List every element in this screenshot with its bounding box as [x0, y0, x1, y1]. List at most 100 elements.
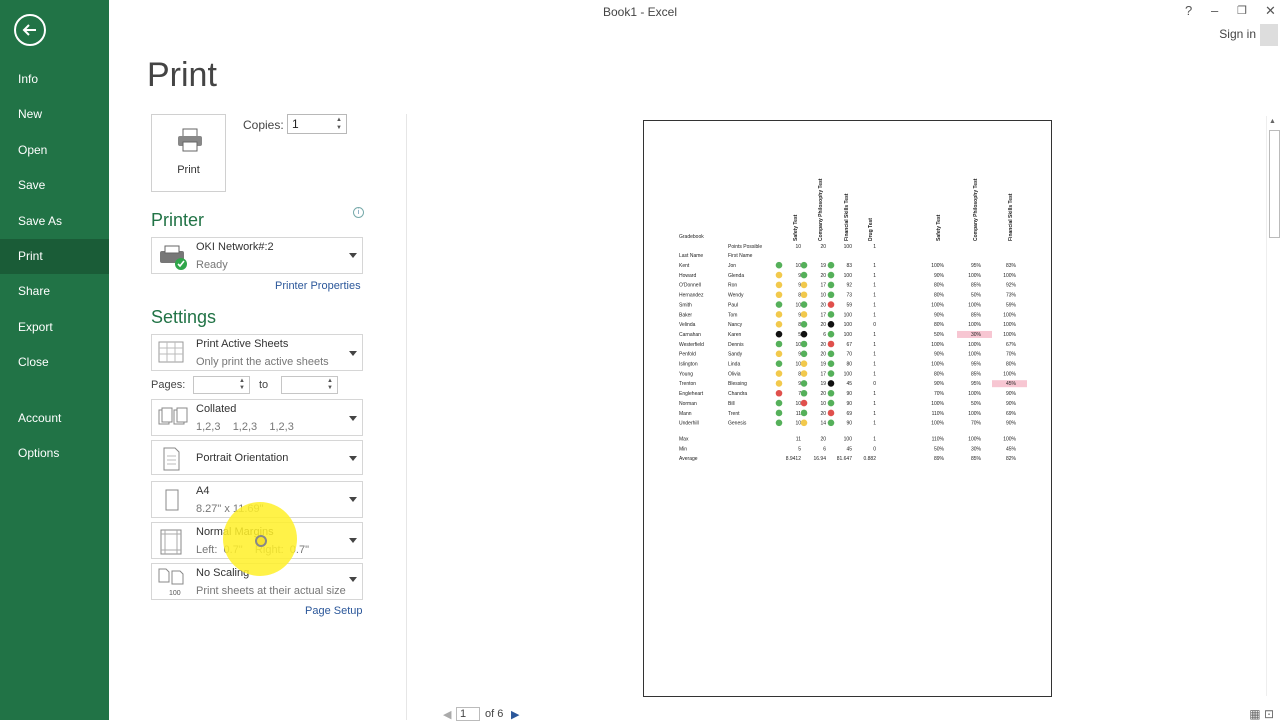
percent-cell: 95% — [971, 381, 982, 387]
points-value: 10 — [795, 244, 801, 250]
first-name-cell: Karen — [728, 332, 742, 338]
score-cell: 1 — [873, 293, 876, 299]
status-dot — [800, 340, 808, 348]
percent-cell: 100% — [931, 362, 944, 368]
orientation-dropdown[interactable]: Portrait Orientation — [151, 440, 363, 475]
status-dot — [775, 340, 783, 348]
stat-label: Average — [679, 456, 698, 462]
first-name-cell: Jon — [728, 263, 736, 269]
stepper-up-icon[interactable]: ▲ — [239, 378, 247, 385]
nav-item-new[interactable]: New — [0, 97, 109, 132]
stepper-up-icon[interactable]: ▲ — [336, 117, 344, 124]
status-dot — [827, 330, 835, 338]
chevron-down-icon — [349, 456, 357, 461]
score-cell: 10 — [795, 342, 801, 348]
stepper-up-icon[interactable]: ▲ — [327, 378, 335, 385]
score-cell: 17 — [820, 312, 826, 318]
column-header: Financial Skills Test — [1008, 193, 1014, 241]
pages-from-input[interactable]: ▲ ▼ — [193, 376, 250, 394]
stat-label: Max — [679, 436, 689, 442]
nav-item-save[interactable]: Save — [0, 168, 109, 203]
printer-properties-link[interactable]: Printer Properties — [275, 280, 361, 292]
percent-cell: 85% — [971, 371, 982, 377]
status-dot — [827, 281, 835, 289]
last-name-cell: Hernandez — [679, 293, 704, 299]
score-cell: 10 — [795, 263, 801, 269]
score-cell: 20 — [820, 352, 826, 358]
column-header: Company Philosophy Test — [818, 178, 824, 241]
status-dot — [827, 380, 835, 387]
status-dot — [775, 399, 783, 407]
stepper-down-icon[interactable]: ▼ — [336, 125, 344, 132]
first-name-cell: Chandra — [728, 391, 747, 397]
help-icon[interactable]: ? — [1185, 3, 1192, 18]
status-dot — [775, 281, 783, 289]
print-button-label: Print — [177, 164, 200, 176]
minimize-icon[interactable]: – — [1211, 3, 1218, 18]
nav-item-share[interactable]: Share — [0, 274, 109, 309]
percent-cell: 45% — [1006, 381, 1017, 387]
first-name-cell: Blessing — [728, 381, 747, 387]
next-page-icon[interactable]: ▶ — [511, 708, 519, 721]
status-dot — [827, 340, 835, 348]
print-button[interactable]: Print — [151, 114, 226, 192]
nav-item-save-as[interactable]: Save As — [0, 204, 109, 239]
collate-dropdown[interactable]: Collated 1,2,3 1,2,3 1,2,3 — [151, 399, 363, 436]
percent-cell: 100% — [968, 302, 981, 308]
status-dot — [775, 350, 783, 358]
percent-cell: 100% — [931, 421, 944, 427]
prev-page-icon[interactable]: ◀ — [443, 708, 451, 721]
status-dot — [800, 330, 808, 338]
score-cell: 80 — [846, 362, 852, 368]
stepper-down-icon[interactable]: ▼ — [239, 385, 247, 392]
print-what-sub: Only print the active sheets — [196, 356, 329, 368]
stepper-down-icon[interactable]: ▼ — [327, 385, 335, 392]
chevron-down-icon — [349, 538, 357, 543]
nav-item-export[interactable]: Export — [0, 310, 109, 345]
pages-to-input[interactable]: ▲ ▼ — [281, 376, 338, 394]
status-dot — [827, 370, 835, 377]
percent-cell: 100% — [1003, 371, 1016, 377]
zoom-to-page-icon[interactable]: ▦ ⊡ — [1249, 707, 1274, 721]
chevron-down-icon — [349, 416, 357, 421]
nav-item-options[interactable]: Options — [0, 436, 109, 471]
sign-in-link[interactable]: Sign in — [1219, 27, 1256, 41]
restore-icon[interactable]: ❐ — [1237, 4, 1247, 17]
page-setup-link[interactable]: Page Setup — [305, 605, 363, 617]
preview-scrollbar[interactable]: ▲ — [1266, 116, 1280, 696]
score-cell: 11 — [796, 411, 801, 417]
current-page-input[interactable]: 1 — [456, 707, 480, 721]
printer-dropdown[interactable]: OKI Network#:2 Ready — [151, 237, 363, 274]
nav-item-print[interactable]: Print — [0, 239, 109, 274]
percent-cell: 90% — [934, 381, 945, 387]
orientation-title: Portrait Orientation — [196, 452, 289, 464]
avatar[interactable] — [1260, 24, 1278, 46]
percent-cell: 100% — [931, 302, 944, 308]
nav-item-info[interactable]: Info — [0, 62, 109, 97]
panel-divider — [406, 114, 407, 720]
status-dot — [827, 360, 835, 367]
score-cell: 10 — [820, 401, 826, 407]
scroll-up-icon[interactable]: ▲ — [1269, 118, 1276, 125]
score-cell: 5 — [798, 332, 801, 338]
window-title: Book1 - Excel — [602, 5, 678, 19]
status-dot — [827, 409, 835, 417]
stat-percent-cell: 30% — [971, 446, 982, 452]
status-dot — [775, 330, 783, 338]
percent-cell: 110% — [932, 411, 945, 417]
nav-item-account[interactable]: Account — [0, 401, 109, 436]
status-dot — [800, 399, 808, 407]
info-icon[interactable]: i — [353, 207, 364, 218]
print-what-dropdown[interactable]: Print Active Sheets Only print the activ… — [151, 334, 363, 371]
percent-cell: 95% — [971, 362, 982, 368]
score-cell: 1 — [873, 421, 876, 427]
scrollbar-thumb[interactable] — [1269, 130, 1280, 238]
percent-cell: 90% — [934, 352, 945, 358]
score-cell: 14 — [820, 421, 826, 427]
copies-stepper[interactable]: 1 ▲ ▼ — [287, 114, 347, 134]
close-icon[interactable]: ✕ — [1265, 3, 1276, 19]
last-name-cell: Norman — [679, 401, 697, 407]
percent-cell: 100% — [1003, 332, 1016, 338]
nav-item-open[interactable]: Open — [0, 133, 109, 168]
nav-item-close[interactable]: Close — [0, 345, 109, 380]
